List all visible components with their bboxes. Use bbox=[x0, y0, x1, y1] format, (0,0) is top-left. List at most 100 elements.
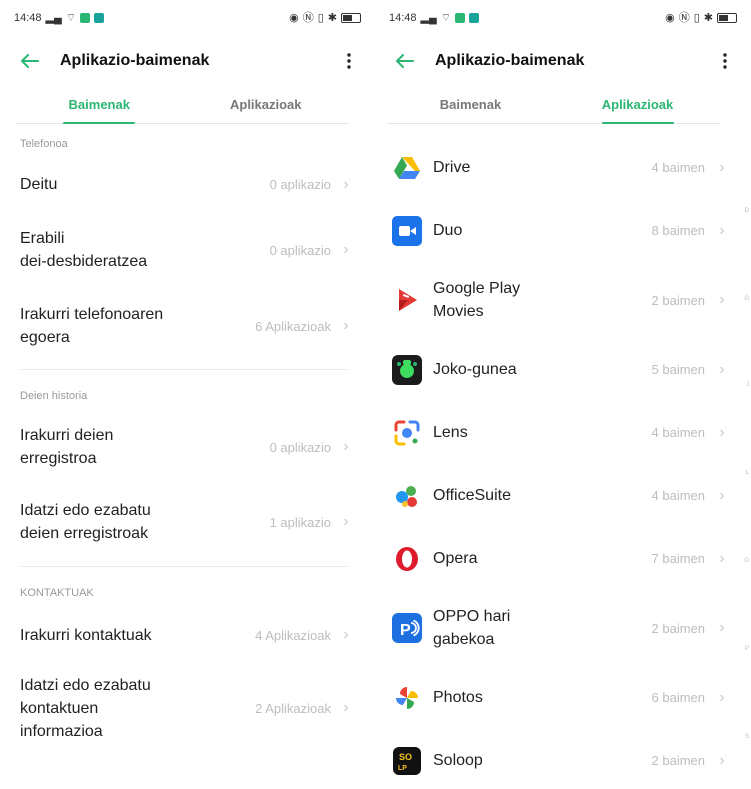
app-name: Joko-gunea bbox=[433, 361, 517, 378]
app-item[interactable]: Drive 4 baimen › bbox=[375, 136, 751, 199]
permission-item[interactable]: Deitu 0 aplikazio › bbox=[0, 156, 375, 213]
permission-item[interactable]: Erabili dei-desbideratzea 0 aplikazio › bbox=[0, 213, 375, 287]
app-bar: Aplikazio-baimenak bbox=[375, 36, 751, 86]
chevron-right-icon: › bbox=[343, 699, 349, 716]
permission-label: Idatzi edo ezabatu kontaktuen informazio… bbox=[20, 676, 151, 740]
chevron-right-icon: › bbox=[719, 549, 725, 567]
index-letter[interactable]: D bbox=[745, 208, 749, 214]
app-item[interactable]: Lens 4 baimen › bbox=[375, 401, 751, 464]
chevron-right-icon: › bbox=[343, 241, 349, 258]
tab-apps[interactable]: Aplikazioak bbox=[183, 86, 350, 123]
tab-bar: Baimenak Aplikazioak bbox=[387, 86, 721, 124]
lens-icon bbox=[375, 418, 431, 448]
chevron-right-icon: › bbox=[719, 158, 725, 176]
signal-icon: ▂▄ bbox=[45, 11, 62, 24]
signal-icon: ▂▄ bbox=[420, 11, 437, 24]
page-title: Aplikazio-baimenak bbox=[435, 52, 585, 69]
app-item[interactable]: SO LP Soloop 2 baimen › bbox=[375, 729, 751, 789]
app-item[interactable]: Google Play Movies 2 baimen › bbox=[375, 262, 751, 338]
notification-app-icon bbox=[94, 13, 105, 23]
app-item[interactable]: OfficeSuite 4 baimen › bbox=[375, 464, 751, 527]
more-options-icon[interactable] bbox=[339, 47, 359, 75]
vibrate-icon: ▯ bbox=[693, 11, 700, 24]
svg-text:SO: SO bbox=[399, 752, 412, 762]
app-item[interactable]: Opera 7 baimen › bbox=[375, 527, 751, 590]
soloop-icon: SO LP bbox=[375, 746, 431, 775]
permission-label: Irakurri deien erregistroa bbox=[20, 427, 114, 467]
notification-app-icon bbox=[80, 13, 91, 23]
tab-permissions[interactable]: Baimenak bbox=[387, 86, 554, 123]
chevron-right-icon: › bbox=[343, 317, 349, 334]
chevron-right-icon: › bbox=[343, 175, 349, 193]
permission-item[interactable]: Idatzi edo ezabatu deien erregistroak 1 … bbox=[0, 486, 375, 558]
wifi-icon: ⌔ bbox=[440, 11, 452, 24]
svg-text:P: P bbox=[400, 622, 411, 639]
permission-label: Irakurri telefonoaren egoera bbox=[20, 306, 164, 346]
permission-label: Deitu bbox=[20, 176, 58, 193]
wifi-icon: ⌔ bbox=[65, 11, 77, 24]
chevron-right-icon: › bbox=[343, 626, 349, 643]
battery-icon bbox=[341, 13, 361, 23]
status-bar: 14:48 ▂▄ ⌔ ◉ Ⓝ ▯ ✱ bbox=[0, 0, 375, 36]
section-header: Telefonoa bbox=[20, 138, 68, 150]
nfc-icon: Ⓝ bbox=[678, 11, 690, 24]
permission-count: 6 Aplikazioak bbox=[255, 318, 331, 334]
index-letter[interactable]: L bbox=[746, 470, 749, 476]
bluetooth-icon: ✱ bbox=[703, 11, 713, 24]
app-item[interactable]: P OPPO hari gabekoa 2 baimen › bbox=[375, 590, 751, 666]
index-letter[interactable]: P bbox=[745, 646, 749, 652]
app-item[interactable]: Joko-gunea 5 baimen › bbox=[375, 338, 751, 401]
photos-icon bbox=[375, 684, 431, 712]
page-title: Aplikazio-baimenak bbox=[60, 52, 210, 69]
permission-count: 4 Aplikazioak bbox=[255, 627, 331, 643]
app-item[interactable]: Duo 8 baimen › bbox=[375, 199, 751, 262]
app-name: Photos bbox=[433, 689, 483, 706]
permissions-screen: 14:48 ▂▄ ⌔ ◉ Ⓝ ▯ ✱ Aplikazio-baimenak Ba… bbox=[0, 0, 375, 789]
status-bar: 14:48 ▂▄ ⌔ ◉ Ⓝ ▯ ✱ bbox=[375, 0, 751, 36]
section-header: KONTAKTUAK bbox=[20, 587, 94, 599]
permission-count: 1 aplikazio bbox=[269, 514, 331, 530]
play-movies-icon bbox=[375, 287, 431, 313]
app-permission-count: 4 baimen bbox=[651, 488, 705, 503]
app-permission-count: 8 baimen bbox=[651, 223, 705, 238]
app-item[interactable]: Photos 6 baimen › bbox=[375, 666, 751, 729]
app-name: OPPO hari gabekoa bbox=[433, 608, 511, 648]
permission-item[interactable]: Irakurri kontaktuak 4 Aplikazioak › bbox=[0, 605, 375, 665]
nfc-icon: Ⓝ bbox=[302, 11, 314, 24]
chevron-right-icon: › bbox=[719, 751, 725, 769]
tab-apps[interactable]: Aplikazioak bbox=[554, 86, 721, 123]
chevron-right-icon: › bbox=[719, 423, 725, 441]
permission-count: 0 aplikazio bbox=[269, 242, 331, 258]
index-letter[interactable]: O bbox=[744, 558, 749, 564]
bluetooth-icon: ✱ bbox=[327, 11, 337, 24]
eye-icon: ◉ bbox=[665, 11, 675, 24]
notification-app-icon bbox=[469, 13, 480, 23]
chevron-right-icon: › bbox=[719, 688, 725, 706]
index-letter[interactable]: G bbox=[744, 296, 749, 302]
index-letter[interactable]: J bbox=[746, 382, 749, 388]
tab-permissions[interactable]: Baimenak bbox=[16, 86, 183, 123]
status-time: 14:48 bbox=[14, 12, 42, 24]
back-arrow-icon[interactable] bbox=[16, 47, 44, 75]
officesuite-icon bbox=[375, 482, 431, 510]
section-header: Deien historia bbox=[20, 390, 88, 402]
opera-icon bbox=[375, 545, 431, 573]
app-name: Google Play Movies bbox=[433, 280, 521, 320]
index-letter[interactable]: S bbox=[745, 734, 749, 740]
chevron-right-icon: › bbox=[343, 438, 349, 455]
permission-item[interactable]: Irakurri telefonoaren egoera 6 Aplikazio… bbox=[0, 287, 375, 365]
chevron-right-icon: › bbox=[343, 513, 349, 530]
app-permission-count: 6 baimen bbox=[651, 690, 705, 705]
back-arrow-icon[interactable] bbox=[391, 47, 419, 75]
app-list: Drive 4 baimen › Duo 8 baimen › Google P… bbox=[375, 124, 751, 789]
eye-icon: ◉ bbox=[289, 11, 299, 24]
app-permission-count: 2 baimen bbox=[651, 753, 705, 768]
battery-icon bbox=[717, 13, 737, 23]
permission-count: 2 Aplikazioak bbox=[255, 700, 331, 716]
tab-bar: Baimenak Aplikazioak bbox=[16, 86, 349, 124]
app-bar: Aplikazio-baimenak bbox=[0, 36, 375, 86]
permission-item[interactable]: Irakurri deien erregistroa 0 aplikazio › bbox=[0, 408, 375, 486]
permission-item[interactable]: Idatzi edo ezabatu kontaktuen informazio… bbox=[0, 665, 375, 751]
permission-count: 0 aplikazio bbox=[269, 177, 331, 192]
more-options-icon[interactable] bbox=[715, 47, 735, 75]
